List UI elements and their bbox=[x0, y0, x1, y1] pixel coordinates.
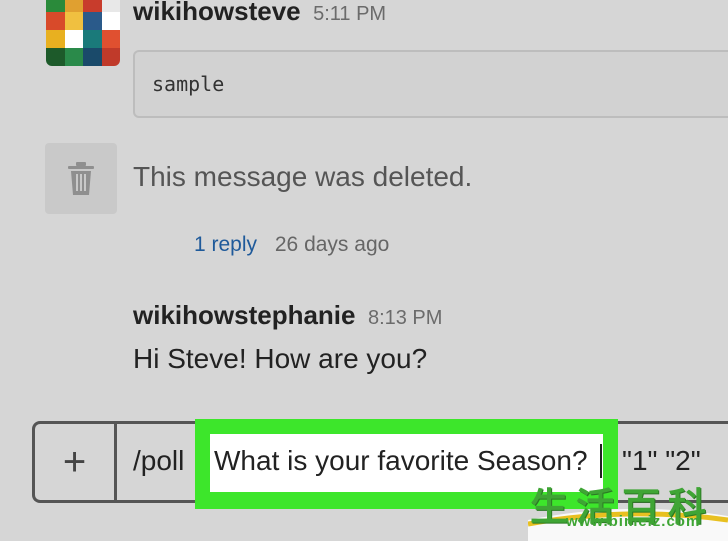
attach-button[interactable]: + bbox=[35, 424, 117, 500]
deleted-message-text: This message was deleted. bbox=[133, 161, 473, 192]
poll-options-text: "1" "2" bbox=[622, 445, 701, 476]
watermark-url: www.bimeiz.com bbox=[566, 513, 701, 530]
username[interactable]: wikihowsteve bbox=[133, 0, 301, 26]
poll-question-text: What is your favorite Season? bbox=[214, 445, 588, 476]
deleted-message-placeholder bbox=[45, 143, 117, 214]
command-text: /poll bbox=[133, 445, 185, 476]
timestamp[interactable]: 5:11 PM bbox=[313, 3, 386, 25]
thread-replies: 1 reply 26 days ago bbox=[194, 233, 389, 257]
trash-icon bbox=[68, 161, 94, 195]
text-caret bbox=[600, 444, 602, 478]
reply-count-link[interactable]: 1 reply bbox=[194, 233, 257, 256]
code-text: sample bbox=[152, 72, 225, 96]
timestamp[interactable]: 8:13 PM bbox=[368, 307, 442, 329]
message-text: Hi Steve! How are you? bbox=[133, 343, 428, 374]
message-header: wikihowsteve 5:11 PM bbox=[133, 0, 386, 27]
username[interactable]: wikihowstephanie bbox=[133, 300, 356, 330]
message-header: wikihowstephanie 8:13 PM bbox=[133, 300, 442, 331]
reply-time: 26 days ago bbox=[274, 233, 390, 256]
avatar[interactable] bbox=[46, 0, 120, 66]
